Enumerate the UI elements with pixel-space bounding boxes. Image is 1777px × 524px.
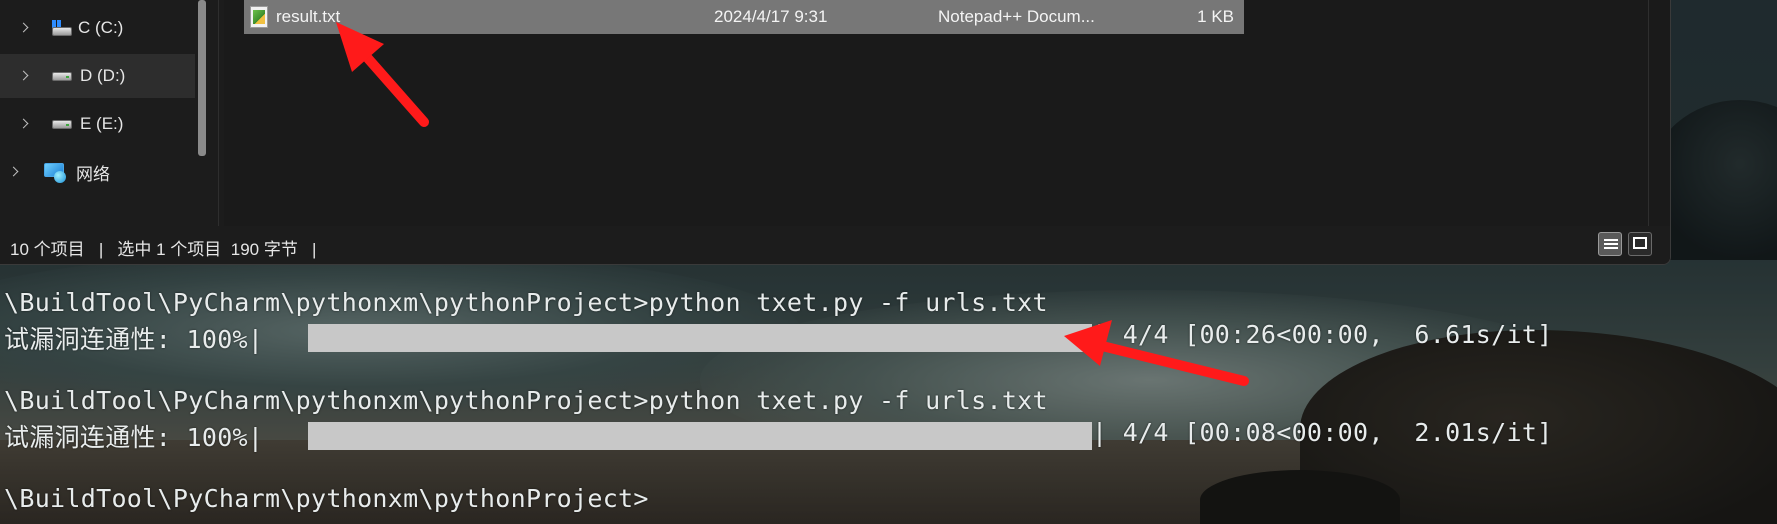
- progress-label: 试漏洞连通性: 100%|: [4, 423, 264, 452]
- progress-tail: | 4/4 [00:08<00:00, 2.01s/it]: [1092, 418, 1553, 447]
- progress-tail: | 4/4 [00:26<00:00, 6.61s/it]: [1092, 320, 1553, 349]
- nav-item-label: C (C:): [78, 18, 124, 37]
- navigation-pane: C (C:) D (D:) E (E:) 网络: [0, 0, 224, 226]
- pane-divider[interactable]: [218, 0, 219, 226]
- status-text: 10 个项目 | 选中 1 个项目 190 字节 |: [10, 235, 316, 260]
- file-explorer-window: C (C:) D (D:) E (E:) 网络 result.txt 2024/…: [0, 0, 1671, 265]
- progress-bar: [308, 422, 1092, 450]
- status-item-count: 10 个项目: [10, 240, 85, 259]
- nav-item-label: D (D:): [80, 66, 126, 85]
- nav-item-network[interactable]: 网络: [0, 150, 185, 194]
- network-icon: [42, 161, 68, 183]
- file-modified-date: 2024/4/17 9:31: [714, 7, 828, 26]
- chevron-right-icon[interactable]: [20, 119, 30, 129]
- drive-icon: [52, 117, 72, 131]
- status-bar: 10 个项目 | 选中 1 个项目 190 字节 |: [0, 226, 1670, 264]
- status-selection: 选中 1 个项目 190 字节: [117, 240, 298, 259]
- status-separator: |: [312, 240, 317, 259]
- drive-icon: [52, 69, 72, 83]
- file-list: result.txt 2024/4/17 9:31 Notepad++ Docu…: [224, 0, 1670, 226]
- nav-item-label: E (E:): [80, 114, 124, 133]
- status-separator: |: [98, 240, 104, 259]
- file-size: 1 KB: [1197, 7, 1234, 26]
- large-icons-view-button[interactable]: [1628, 232, 1652, 256]
- chevron-right-icon[interactable]: [10, 167, 20, 177]
- nav-item-d-drive[interactable]: D (D:): [0, 54, 195, 98]
- windows-drive-icon: [52, 20, 72, 36]
- nav-item-label: 网络: [76, 164, 110, 184]
- nav-scrollbar-thumb[interactable]: [198, 0, 206, 156]
- terminal-prompt-line: \BuildTool\PyCharm\pythonxm\pythonProjec…: [4, 484, 649, 513]
- progress-bar: [308, 324, 1092, 352]
- file-row-selected[interactable]: result.txt 2024/4/17 9:31 Notepad++ Docu…: [244, 0, 1244, 34]
- terminal-progress-line: 试漏洞连通性: 100%|: [4, 320, 263, 356]
- nav-item-c-drive[interactable]: C (C:): [0, 6, 195, 50]
- details-view-button[interactable]: [1598, 232, 1622, 256]
- terminal-command-line: \BuildTool\PyCharm\pythonxm\pythonProjec…: [4, 288, 1048, 317]
- notepadpp-file-icon: [250, 6, 268, 28]
- nav-item-e-drive[interactable]: E (E:): [0, 102, 195, 146]
- file-type: Notepad++ Docum...: [938, 7, 1095, 26]
- terminal-progress-line: 试漏洞连通性: 100%|: [4, 418, 263, 454]
- chevron-right-icon[interactable]: [20, 23, 30, 33]
- terminal-output: \BuildTool\PyCharm\pythonxm\pythonProjec…: [0, 284, 1777, 524]
- terminal-command-line: \BuildTool\PyCharm\pythonxm\pythonProjec…: [4, 386, 1048, 415]
- file-name: result.txt: [276, 7, 341, 26]
- list-divider: [1648, 0, 1649, 226]
- chevron-right-icon[interactable]: [20, 71, 30, 81]
- progress-label: 试漏洞连通性: 100%|: [4, 325, 264, 354]
